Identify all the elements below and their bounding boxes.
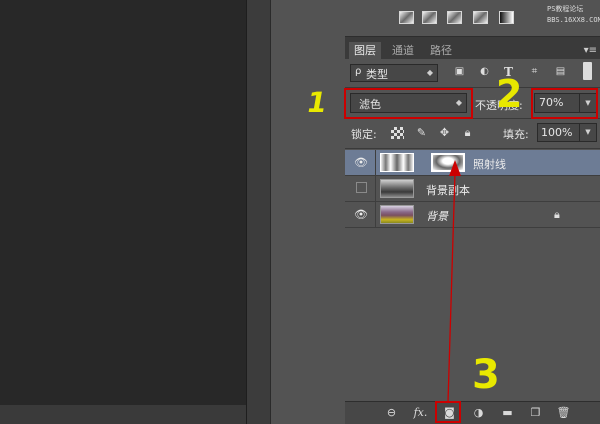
layer-thumbnail[interactable] bbox=[380, 179, 414, 198]
curves-icon[interactable] bbox=[422, 11, 437, 24]
watermark-line-2: BBS.16XX8.COM bbox=[547, 16, 600, 24]
annotation-box-opacity bbox=[531, 88, 598, 119]
smart-object-filter-icon[interactable]: ▤ bbox=[554, 66, 567, 78]
row-divider bbox=[375, 176, 376, 202]
updown-icon: ◆ bbox=[426, 68, 433, 77]
layer-thumbnail[interactable] bbox=[380, 153, 414, 172]
channel-mixer-icon[interactable] bbox=[473, 11, 488, 24]
lock-label: 锁定: bbox=[351, 128, 377, 141]
panel-menu-icon[interactable]: ▾≡ bbox=[584, 42, 597, 59]
adjustments-bar: PS教程论坛 BBS.16XX8.COM bbox=[345, 0, 600, 37]
shape-filter-icon[interactable]: ⌗ bbox=[528, 66, 541, 78]
layer-name[interactable]: 照射线 bbox=[473, 156, 506, 172]
tab-channels[interactable]: 通道 bbox=[387, 42, 419, 59]
new-group-icon[interactable]: ▬ bbox=[500, 406, 515, 420]
layer-thumbnail[interactable] bbox=[380, 205, 414, 224]
fx-icon[interactable]: fx. bbox=[413, 406, 428, 420]
row-divider bbox=[375, 202, 376, 228]
gradient-map-icon[interactable] bbox=[499, 11, 514, 24]
adjustment-filter-icon[interactable]: ◐ bbox=[478, 66, 491, 78]
layers-tabbar: 图层 通道 路径 ▾≡ bbox=[345, 42, 600, 59]
new-layer-icon[interactable]: ❐ bbox=[528, 406, 543, 420]
visibility-toggle-icon[interactable] bbox=[356, 182, 367, 193]
row-divider bbox=[345, 148, 600, 149]
exposure-icon[interactable] bbox=[447, 11, 462, 24]
tab-layers[interactable]: 图层 bbox=[349, 42, 381, 59]
layer-name[interactable]: 背景 bbox=[426, 208, 448, 224]
layer-filter-select[interactable]: ρ 类型 ◆ bbox=[350, 64, 438, 82]
layer-row-background-copy[interactable]: 背景副本 bbox=[345, 176, 600, 202]
fill-label: 填充: bbox=[503, 128, 529, 141]
annotation-box-mask-button bbox=[435, 401, 461, 423]
document-canvas[interactable] bbox=[0, 0, 246, 424]
layer-row-light-rays[interactable]: 👁︎ 照射线 bbox=[345, 150, 600, 176]
lock-icon: 🔒︎ bbox=[554, 208, 560, 221]
watermark-line-1: PS教程论坛 bbox=[547, 5, 584, 13]
filter-search-icon: ρ bbox=[355, 66, 362, 77]
annotation-box-blend-mode bbox=[344, 88, 473, 119]
watermark: PS教程论坛 BBS.16XX8.COM bbox=[547, 4, 600, 32]
panel-gutter bbox=[246, 0, 271, 424]
annotation-number-3: 3 bbox=[472, 352, 500, 398]
lock-transparency-icon[interactable] bbox=[391, 127, 404, 139]
layers-bottom-toolbar: ⊖ fx. ◙ ◑ ▬ ❐ 🗑︎ bbox=[345, 401, 600, 424]
lock-all-icon[interactable]: 🔒︎ bbox=[461, 127, 474, 139]
annotation-number-2: 2 bbox=[496, 72, 523, 116]
collapsed-panel-dock bbox=[270, 0, 346, 424]
fill-value: 100% bbox=[541, 126, 573, 139]
new-adjustment-layer-icon[interactable]: ◑ bbox=[471, 406, 486, 420]
pixel-filter-icon[interactable]: ▣ bbox=[453, 66, 466, 78]
layer-name[interactable]: 背景副本 bbox=[426, 182, 470, 198]
filter-value: 类型 bbox=[366, 68, 388, 81]
layer-row-background[interactable]: 👁︎ 背景 🔒︎ bbox=[345, 202, 600, 228]
lock-pixels-icon[interactable]: ✎ bbox=[415, 127, 428, 139]
levels-icon[interactable] bbox=[399, 11, 414, 24]
tab-paths[interactable]: 路径 bbox=[425, 42, 457, 59]
eye-icon[interactable]: 👁︎ bbox=[352, 156, 370, 170]
filter-toggle-icon[interactable] bbox=[583, 62, 592, 80]
fill-dropdown-icon[interactable]: ▼ bbox=[579, 124, 596, 141]
row-divider bbox=[375, 150, 376, 176]
trash-icon[interactable]: 🗑︎ bbox=[556, 406, 571, 420]
eye-icon[interactable]: 👁︎ bbox=[352, 208, 370, 222]
layer-mask-thumbnail[interactable] bbox=[431, 153, 465, 172]
fill-field[interactable]: 100% ▼ bbox=[537, 123, 597, 142]
lock-position-icon[interactable]: ✥ bbox=[438, 127, 451, 139]
link-layers-icon[interactable]: ⊖ bbox=[384, 406, 399, 420]
canvas-status-bar bbox=[0, 405, 270, 424]
